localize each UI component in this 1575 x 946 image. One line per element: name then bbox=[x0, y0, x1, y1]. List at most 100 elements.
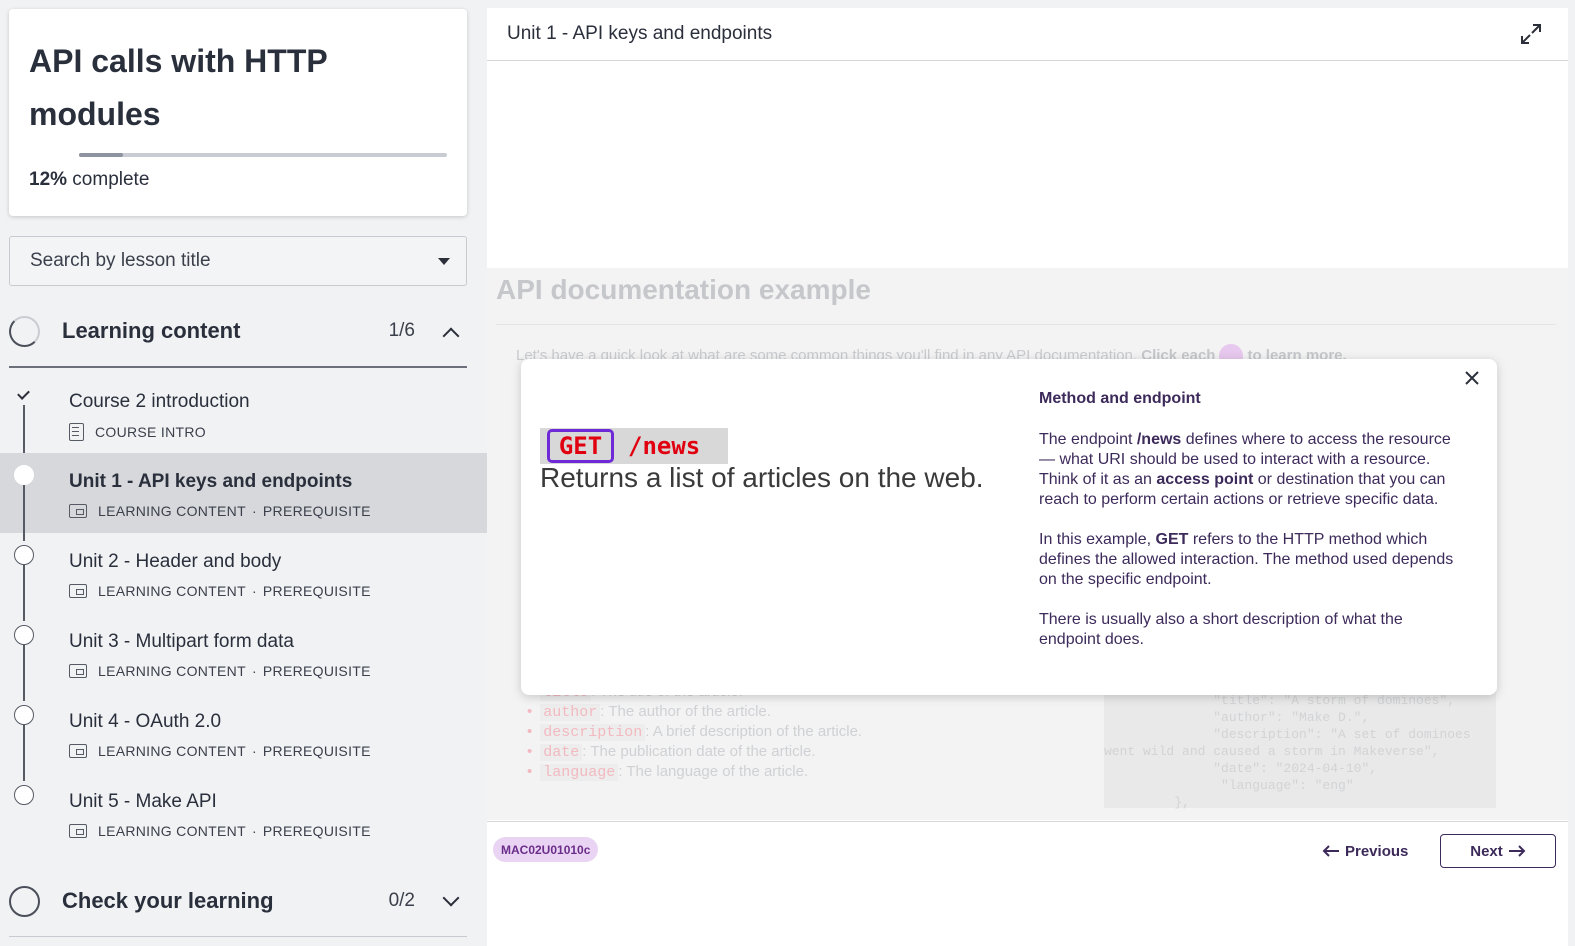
meta-separator: · bbox=[251, 823, 257, 839]
code-line: "date": "2024-04-10", bbox=[1104, 761, 1378, 776]
lesson-meta: LEARNING CONTENT · PREREQUISITE bbox=[69, 743, 371, 759]
lesson-item-unit-2[interactable]: Unit 2 - Header and body LEARNING CONTEN… bbox=[0, 533, 487, 621]
progress-suffix: complete bbox=[67, 169, 150, 190]
learning-content-icon bbox=[69, 504, 87, 518]
meta-separator: · bbox=[251, 583, 257, 599]
lesson-type: LEARNING CONTENT bbox=[98, 503, 246, 519]
course-title: API calls with HTTP modules bbox=[29, 43, 328, 132]
close-icon[interactable] bbox=[1463, 369, 1481, 387]
lesson-meta: COURSE INTRO bbox=[69, 423, 206, 441]
lesson-item-unit-3[interactable]: Unit 3 - Multipart form data LEARNING CO… bbox=[0, 613, 487, 701]
section-title: Check your learning bbox=[62, 888, 274, 913]
lesson-item-course-intro[interactable]: Course 2 introduction COURSE INTRO bbox=[0, 373, 487, 461]
meta-separator: · bbox=[251, 503, 257, 519]
learning-content-icon bbox=[69, 664, 87, 678]
list-item: • language: The language of the article. bbox=[527, 763, 809, 781]
lesson-status-dot bbox=[14, 785, 34, 805]
lesson-item-unit-4[interactable]: Unit 4 - OAuth 2.0 LEARNING CONTENT · PR… bbox=[0, 693, 487, 781]
popup-paragraph-2: In this example, GET refers to the HTTP … bbox=[1039, 530, 1467, 590]
lesson-meta: LEARNING CONTENT · PREREQUISITE bbox=[69, 663, 371, 679]
lesson-item-unit-1[interactable]: Unit 1 - API keys and endpoints LEARNING… bbox=[0, 453, 487, 541]
endpoint-path-label: /news bbox=[628, 432, 701, 460]
lesson-meta: LEARNING CONTENT · PREREQUISITE bbox=[69, 583, 371, 599]
meta-separator: · bbox=[251, 663, 257, 679]
lesson-meta: LEARNING CONTENT · PREREQUISITE bbox=[69, 503, 371, 519]
progress-text: 12% complete bbox=[29, 169, 149, 191]
expand-icon[interactable] bbox=[1520, 23, 1542, 45]
text: In this example, bbox=[1039, 531, 1156, 548]
check-icon bbox=[14, 385, 34, 405]
course-card: API calls with HTTP modules 12% complete bbox=[9, 9, 467, 216]
code-line: }, bbox=[1104, 795, 1190, 810]
property-text: : The author of the article. bbox=[600, 703, 771, 720]
section-divider bbox=[9, 936, 467, 937]
lesson-type: LEARNING CONTENT bbox=[98, 823, 246, 839]
chevron-up-icon[interactable] bbox=[442, 327, 460, 345]
lesson-search-select[interactable]: Search by lesson title bbox=[9, 236, 467, 286]
meta-separator: · bbox=[251, 743, 257, 759]
lesson-meta: LEARNING CONTENT · PREREQUISITE bbox=[69, 823, 371, 839]
lesson-list: Course 2 introduction COURSE INTRO Unit … bbox=[0, 373, 487, 853]
learning-content-icon bbox=[69, 584, 87, 598]
next-label: Next bbox=[1470, 842, 1503, 860]
lesson-status-dot bbox=[14, 465, 34, 485]
next-button[interactable]: Next bbox=[1440, 834, 1556, 868]
sidebar: API calls with HTTP modules 12% complete… bbox=[0, 0, 487, 946]
lesson-type: COURSE INTRO bbox=[95, 424, 206, 440]
caret-down-icon bbox=[438, 258, 450, 265]
lesson-title: Unit 3 - Multipart form data bbox=[69, 631, 294, 652]
text-bold: /news bbox=[1136, 431, 1182, 448]
arrow-right-icon bbox=[1508, 845, 1526, 857]
section-divider bbox=[9, 366, 467, 368]
section-count: 0/2 bbox=[388, 890, 415, 911]
lesson-title: Course 2 introduction bbox=[69, 391, 250, 412]
course-intro-icon bbox=[69, 423, 84, 441]
content-header-title: Unit 1 - API keys and endpoints bbox=[507, 23, 773, 44]
text-bold: access point bbox=[1156, 471, 1254, 488]
code-line: went wild and caused a storm in Makevers… bbox=[1104, 744, 1440, 759]
endpoint-description: Returns a list of articles on the web. bbox=[540, 462, 984, 493]
learning-content-icon bbox=[69, 744, 87, 758]
code-line: "description": "A set of dominoes bbox=[1104, 727, 1471, 742]
property-key: language bbox=[540, 764, 619, 781]
progress-bar-fill bbox=[79, 153, 124, 157]
doc-title: API documentation example bbox=[496, 274, 871, 305]
previous-button[interactable]: Previous bbox=[1322, 838, 1408, 864]
arrow-left-icon bbox=[1322, 845, 1339, 857]
section-learning-content[interactable]: Learning content 1/6 bbox=[9, 302, 467, 360]
property-key: date bbox=[540, 744, 583, 761]
hotspot-popup: GET /news Returns a list of articles on … bbox=[521, 359, 1497, 695]
lesson-title: Unit 1 - API keys and endpoints bbox=[69, 471, 353, 492]
progress-ring-icon bbox=[9, 885, 40, 917]
lesson-type: LEARNING CONTENT bbox=[98, 583, 246, 599]
progress-ring-icon bbox=[9, 315, 40, 347]
list-item: • author: The author of the article. bbox=[527, 703, 771, 721]
lesson-code-tag: MAC02U01010c bbox=[493, 837, 599, 862]
lesson-title: Unit 5 - Make API bbox=[69, 791, 217, 812]
lesson-item-unit-5[interactable]: Unit 5 - Make API LEARNING CONTENT · PRE… bbox=[0, 773, 487, 853]
chevron-down-icon[interactable] bbox=[442, 889, 460, 907]
code-line: "language": "eng" bbox=[1104, 778, 1354, 793]
lesson-title: Unit 2 - Header and body bbox=[69, 551, 282, 572]
popup-explanation: Method and endpoint The endpoint /news d… bbox=[1039, 389, 1467, 670]
search-placeholder: Search by lesson title bbox=[30, 250, 211, 271]
lesson-prereq: PREREQUISITE bbox=[262, 823, 371, 839]
endpoint-box: GET /news bbox=[540, 428, 728, 464]
property-text: : The publication date of the article. bbox=[582, 743, 816, 760]
property-text: : A brief description of the article. bbox=[645, 723, 863, 740]
lesson-type: LEARNING CONTENT bbox=[98, 663, 246, 679]
http-method-label: GET bbox=[547, 429, 614, 463]
footer-divider bbox=[487, 821, 1568, 822]
previous-label: Previous bbox=[1345, 842, 1409, 860]
progress-percent: 12% bbox=[29, 169, 68, 190]
content-header: Unit 1 - API keys and endpoints bbox=[487, 8, 1568, 61]
list-item: • description: A brief description of the… bbox=[527, 723, 863, 741]
popup-paragraph-3: There is usually also a short descriptio… bbox=[1039, 611, 1403, 648]
property-key: author bbox=[540, 704, 601, 721]
popup-paragraph-1: The endpoint /news defines where to acce… bbox=[1039, 430, 1467, 510]
lesson-prereq: PREREQUISITE bbox=[262, 583, 371, 599]
lesson-type: LEARNING CONTENT bbox=[98, 743, 246, 759]
section-check-your-learning[interactable]: Check your learning 0/2 bbox=[9, 872, 467, 930]
text: The endpoint bbox=[1039, 431, 1137, 448]
lesson-prereq: PREREQUISITE bbox=[262, 663, 371, 679]
